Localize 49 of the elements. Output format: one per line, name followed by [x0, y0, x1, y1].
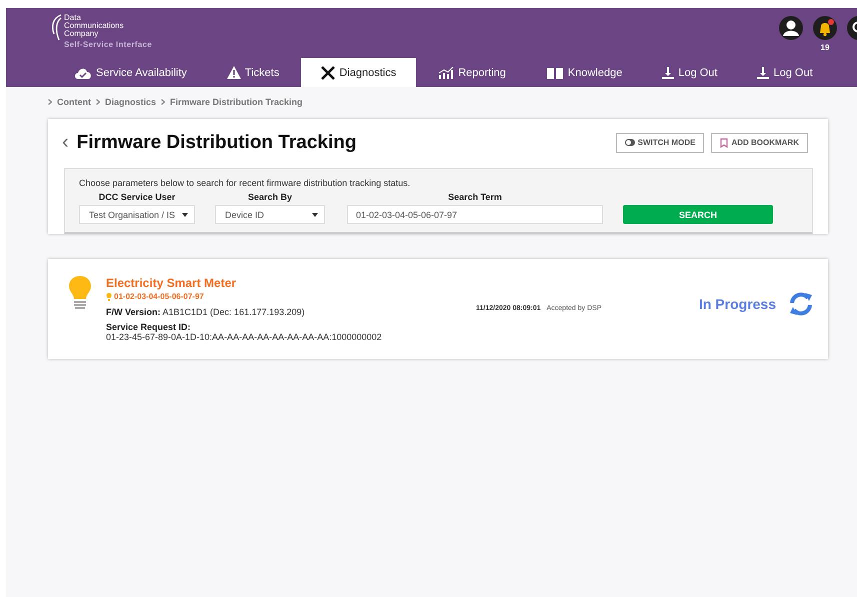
caret-icon — [182, 212, 188, 216]
toggle-icon — [624, 139, 635, 146]
notification-count: 19 — [820, 43, 830, 52]
dropdown-field[interactable]: Device ID — [215, 205, 325, 224]
nav-tab[interactable]: Service Availability — [56, 58, 205, 87]
field-label: DCC Service User — [98, 192, 176, 202]
page-title: Firmware Distribution Tracking — [76, 132, 358, 154]
book-icon — [546, 66, 564, 78]
nav-tab[interactable]: Knowledge — [528, 58, 640, 87]
warning-icon — [226, 66, 241, 79]
field-label: Search Term — [448, 192, 502, 202]
small-bulb-icon — [106, 292, 112, 300]
caret-icon — [312, 212, 318, 216]
nav-tab[interactable]: Tickets — [208, 58, 298, 87]
action-button[interactable]: SWITCH MODE — [616, 132, 704, 152]
service-request-id: 01-23-45-67-89-0A-1D-10:AA-AA-AA-AA-AA-AA-AA-AA:1000000002 — [106, 332, 383, 342]
refresh-icon — [788, 291, 814, 317]
company-name: Data Communications Company — [64, 14, 125, 38]
field-label: Search By — [248, 192, 292, 202]
field-label: F/W Version: — [106, 307, 161, 317]
notification-bell-icon[interactable] — [813, 16, 837, 40]
device-id: 01-02-03-04-05-06-07-97 — [114, 292, 204, 301]
search-term-field[interactable]: 01-02-03-04-05-06-07-97 — [347, 205, 603, 224]
field-label: Service Request ID: — [106, 322, 192, 332]
app-subtitle: Self-Service Interface — [64, 40, 152, 49]
chevron-icon — [161, 99, 166, 105]
firmware-version: A1B1C1D1 (Dec: 161.177.193.209) — [162, 307, 305, 317]
chevron-icon — [48, 99, 52, 105]
bookmark-icon — [720, 138, 728, 148]
chart-icon — [438, 66, 454, 78]
action-button[interactable]: ADD BOOKMARK — [711, 132, 808, 152]
light-bulb-icon — [68, 275, 92, 309]
nav-tab[interactable]: Diagnostics — [301, 58, 416, 87]
download-icon — [757, 66, 770, 78]
back-button[interactable]: ‹ — [62, 131, 69, 154]
user-icon[interactable] — [779, 16, 803, 40]
logo-icon — [50, 14, 62, 42]
breadcrumb-link[interactable]: Diagnostics — [105, 97, 156, 107]
status-text: In Progress — [698, 296, 776, 312]
instructions-text: Choose parameters below to search for recent firmware distribution tracking status. — [79, 178, 412, 188]
breadcrumb-link[interactable]: Firmware Distribution Tracking — [170, 97, 303, 107]
cloud-check-icon — [74, 66, 92, 78]
nav-tab[interactable]: Log Out — [739, 58, 831, 87]
dropdown-field[interactable]: Test Organisation / IS — [79, 205, 195, 224]
breadcrumb-link[interactable]: Content — [57, 97, 91, 107]
chevron-icon — [96, 99, 100, 105]
nav-tab[interactable]: Reporting — [420, 58, 524, 87]
download-icon — [662, 66, 674, 78]
nav-tab[interactable]: Log Out — [644, 58, 736, 87]
